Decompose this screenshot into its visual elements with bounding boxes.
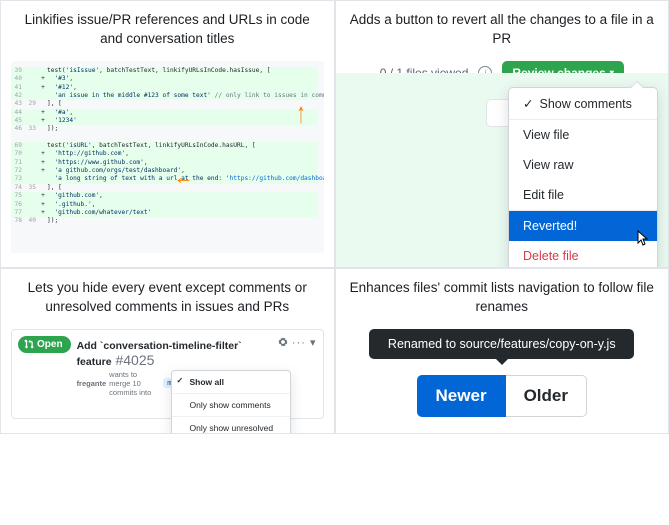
card-title: Enhances files' commit lists navigation … [346,279,659,317]
menu-reverted[interactable]: Reverted! [509,210,657,241]
issue-number: #4025 [115,352,154,368]
arrow-up-icon: ↑ [297,96,306,130]
card-title: Adds a button to revert all the changes … [346,11,659,49]
diff-line: 72+ 'a github.com/orgs/test/dashboard', [11,167,318,175]
diff-line [11,134,318,142]
issue-title: Add `conversation-timeline-filter` featu… [77,340,242,368]
feature-card-revert: Adds a button to revert all the changes … [335,0,669,268]
git-pull-request-icon [24,339,34,349]
diff-line: 76+ '.github.', [11,201,318,209]
feature-card-rename-nav: Enhances files' commit lists navigation … [335,268,669,434]
diff-line: 42 'an issue in the middle #123 of some … [11,92,318,100]
diff-line: 75+ 'github.com', [11,192,318,200]
diff-line: 44+ '#a', [11,109,318,117]
diff-line: 45+ '1234' [11,117,318,125]
diff-line: 4633]); [11,125,318,133]
diff-line: 7435], [ [11,184,318,192]
issue-header: Open Add `conversation-timeline-filter` … [11,329,324,419]
diff-line: 70+ 'http://github.com', [11,150,318,158]
menu-delete-file[interactable]: Delete file [509,241,657,268]
pagination-group: Newer Older [346,375,659,417]
arrow-left-icon: ← [174,167,194,190]
diff-code-panel: 39test('isIssue', batchTestText, linkify… [11,61,324,253]
diff-line: 77+ 'github.com/whatever/text' [11,209,318,217]
feature-card-linkify: Linkifies issue/PR references and URLs i… [0,0,335,268]
feature-card-timeline-filter: Lets you hide every event except comment… [0,268,335,434]
menu-show-comments[interactable]: ✓ Show comments [509,88,657,119]
card-title: Lets you hide every event except comment… [11,279,324,317]
header-overflow[interactable]: ··· ▾ [278,336,317,349]
diff-line: 69test('isURL', batchTestText, linkifyUR… [11,142,318,150]
diff-line: 40+ '#3', [11,75,318,83]
menu-view-raw[interactable]: View raw [509,150,657,180]
diff-line: 39test('isIssue', batchTestText, linkify… [11,67,318,75]
diff-line: 7840]); [11,217,318,225]
card-title: Linkifies issue/PR references and URLs i… [11,11,324,49]
filter-show-all[interactable]: Show all [172,371,290,393]
filter-only-comments[interactable]: Only show comments [172,393,290,416]
older-button[interactable]: Older [506,375,587,417]
file-actions-dropdown: ✓ Show comments View file View raw Edit … [508,87,658,268]
menu-view-file[interactable]: View file [509,119,657,150]
timeline-filter-menu: Show all Only show comments Only show un… [171,370,291,434]
cursor-icon [637,230,651,249]
diff-line: 41+ '#12', [11,84,318,92]
menu-edit-file[interactable]: Edit file [509,180,657,210]
newer-button[interactable]: Newer [417,375,506,417]
filter-only-unresolved[interactable]: Only show unresolved comments [172,416,290,434]
check-icon: ✓ [523,96,533,111]
diff-line: 73 'a long string of text with a url at … [11,175,318,183]
diff-line: 4329], [ [11,100,318,108]
diff-line: 71+ 'https://www.github.com', [11,159,318,167]
rename-tooltip: Renamed to source/features/copy-on-y.js [369,329,634,359]
gear-icon [278,337,288,347]
state-open-badge: Open [18,336,71,353]
